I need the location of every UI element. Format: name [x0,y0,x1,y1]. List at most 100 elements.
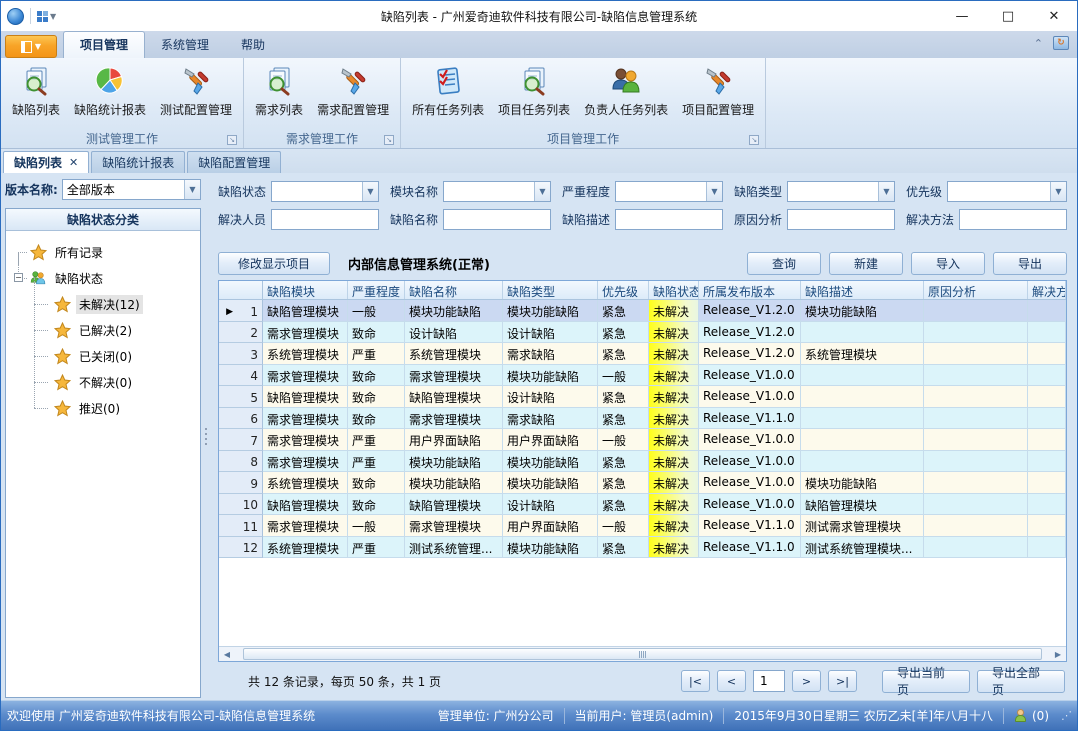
row-selector-cell[interactable]: 6 [219,408,263,430]
tree-item-缺陷状态[interactable]: −缺陷状态 [12,265,198,291]
grid-cell[interactable]: 未解决 [649,494,699,516]
grid-cell[interactable]: 模块功能缺陷 [405,451,503,473]
grid-cell[interactable] [1028,408,1066,430]
grid-cell[interactable]: Release_V1.2.0 [699,300,801,322]
scrollbar-thumb[interactable] [243,648,1042,660]
dialog-launcher-icon[interactable]: ↘ [227,135,237,145]
grid-cell[interactable] [1028,300,1066,322]
help-icon[interactable]: ↻ [1053,36,1069,50]
maximize-button[interactable]: □ [985,2,1031,31]
grid-cell[interactable]: 严重 [348,343,405,365]
grid-cell[interactable]: 缺陷管理模块 [263,300,348,322]
filter-select-模块名称[interactable]: ▼ [443,181,551,202]
row-selector-cell[interactable]: 10 [219,494,263,516]
row-selector-cell[interactable]: 9 [219,472,263,494]
grid-cell[interactable]: 测试需求管理模块 [801,515,924,537]
export-current-page-button[interactable]: 导出当前页 [882,670,970,693]
grid-row[interactable]: 12系统管理模块严重测试系统管理...模块功能缺陷紧急未解决Release_V1… [219,537,1066,559]
row-selector-cell[interactable]: 8 [219,451,263,473]
grid-cell[interactable]: 需求缺陷 [503,408,598,430]
grid-column-header-解决方法[interactable]: 解决方法 [1028,281,1066,299]
grid-cell[interactable]: 模块功能缺陷 [503,451,598,473]
grid-cell[interactable] [924,300,1028,322]
grid-cell[interactable]: Release_V1.1.0 [699,537,801,559]
grid-cell[interactable]: 未解决 [649,429,699,451]
grid-cell[interactable] [924,408,1028,430]
grid-cell[interactable]: 模块功能缺陷 [801,472,924,494]
action-button-导入[interactable]: 导入 [911,252,985,275]
grid-cell[interactable] [924,429,1028,451]
grid-cell[interactable]: 一般 [348,300,405,322]
grid-cell[interactable]: 模块功能缺陷 [503,365,598,387]
last-page-button[interactable]: >| [828,670,857,692]
grid-cell[interactable]: 一般 [598,515,649,537]
ribbon-button-缺陷统计报表[interactable]: 缺陷统计报表 [67,60,153,120]
grid-row[interactable]: 2需求管理模块致命设计缺陷设计缺陷紧急未解决Release_V1.2.0 [219,322,1066,344]
grid-column-header-缺陷模块[interactable]: 缺陷模块 [263,281,348,299]
grid-row[interactable]: 5缺陷管理模块致命缺陷管理模块设计缺陷紧急未解决Release_V1.0.0 [219,386,1066,408]
filter-select-缺陷类型[interactable]: ▼ [787,181,895,202]
tree-item-已关闭(0)[interactable]: 已关闭(0) [12,343,198,369]
filter-input-原因分析[interactable] [787,209,895,230]
ribbon-tab-系统管理[interactable]: 系统管理 [145,32,225,58]
first-page-button[interactable]: |< [681,670,710,692]
grid-cell[interactable]: 设计缺陷 [405,322,503,344]
ribbon-tab-帮助[interactable]: 帮助 [225,32,281,58]
grid-cell[interactable]: 模块功能缺陷 [405,300,503,322]
grid-cell[interactable]: 致命 [348,322,405,344]
grid-cell[interactable]: 用户界面缺陷 [503,515,598,537]
grid-cell[interactable]: 紧急 [598,451,649,473]
grid-cell[interactable]: Release_V1.1.0 [699,515,801,537]
grid-cell[interactable]: 缺陷管理模块 [801,494,924,516]
dialog-launcher-icon[interactable]: ↘ [384,135,394,145]
grid-cell[interactable]: 系统管理模块 [801,343,924,365]
grid-cell[interactable]: 未解决 [649,515,699,537]
grid-cell[interactable] [924,343,1028,365]
modify-display-items-button[interactable]: 修改显示项目 [218,252,330,275]
grid-row[interactable]: 9系统管理模块致命模块功能缺陷模块功能缺陷紧急未解决Release_V1.0.0… [219,472,1066,494]
horizontal-scrollbar[interactable]: ◀ ▶ [219,646,1066,661]
grid-cell[interactable]: 需求管理模块 [405,365,503,387]
grid-cell[interactable]: 紧急 [598,472,649,494]
grid-row[interactable]: 7需求管理模块严重用户界面缺陷用户界面缺陷一般未解决Release_V1.0.0 [219,429,1066,451]
grid-cell[interactable] [801,451,924,473]
prev-page-button[interactable]: < [717,670,746,692]
chevron-down-icon[interactable]: ▼ [534,182,550,201]
tree-item-已解决(2)[interactable]: 已解决(2) [12,317,198,343]
ribbon-button-负责人任务列表[interactable]: 负责人任务列表 [577,60,675,120]
tree-item-不解决(0)[interactable]: 不解决(0) [12,369,198,395]
grid-cell[interactable]: Release_V1.2.0 [699,322,801,344]
grid-column-header-优先级[interactable]: 优先级 [598,281,649,299]
grid-cell[interactable]: 测试系统管理... [405,537,503,559]
grid-cell[interactable]: 需求管理模块 [263,429,348,451]
export-all-pages-button[interactable]: 导出全部页 [977,670,1065,693]
doc-tab-缺陷列表[interactable]: 缺陷列表✕ [3,151,89,173]
grid-row[interactable]: 11需求管理模块一般需求管理模块用户界面缺陷一般未解决Release_V1.1.… [219,515,1066,537]
grid-row[interactable]: 8需求管理模块严重模块功能缺陷模块功能缺陷紧急未解决Release_V1.0.0 [219,451,1066,473]
grid-cell[interactable]: Release_V1.0.0 [699,451,801,473]
grid-cell[interactable]: 严重 [348,451,405,473]
version-select[interactable]: 全部版本 ▼ [62,179,201,200]
grid-cell[interactable] [801,429,924,451]
close-icon[interactable]: ✕ [69,156,78,169]
ribbon-button-需求列表[interactable]: 需求列表 [248,60,310,120]
row-selector-cell[interactable]: 2 [219,322,263,344]
grid-cell[interactable]: 需求管理模块 [263,451,348,473]
grid-cell[interactable]: Release_V1.1.0 [699,408,801,430]
window-layout-icon[interactable]: ▼ [37,11,56,22]
ribbon-button-测试配置管理[interactable]: 测试配置管理 [153,60,239,120]
grid-cell[interactable]: 严重 [348,537,405,559]
grid-cell[interactable] [924,322,1028,344]
grid-cell[interactable]: 致命 [348,408,405,430]
grid-cell[interactable] [924,451,1028,473]
grid-cell[interactable] [924,494,1028,516]
grid-cell[interactable]: 用户界面缺陷 [503,429,598,451]
grid-cell[interactable] [801,322,924,344]
next-page-button[interactable]: > [792,670,821,692]
row-selector-cell[interactable]: 3 [219,343,263,365]
grid-column-header-原因分析[interactable]: 原因分析 [924,281,1028,299]
grid-cell[interactable]: 模块功能缺陷 [405,472,503,494]
application-menu-button[interactable]: ▼ [5,35,57,58]
close-button[interactable]: ✕ [1031,2,1077,31]
scrollbar-track[interactable] [235,647,1050,661]
